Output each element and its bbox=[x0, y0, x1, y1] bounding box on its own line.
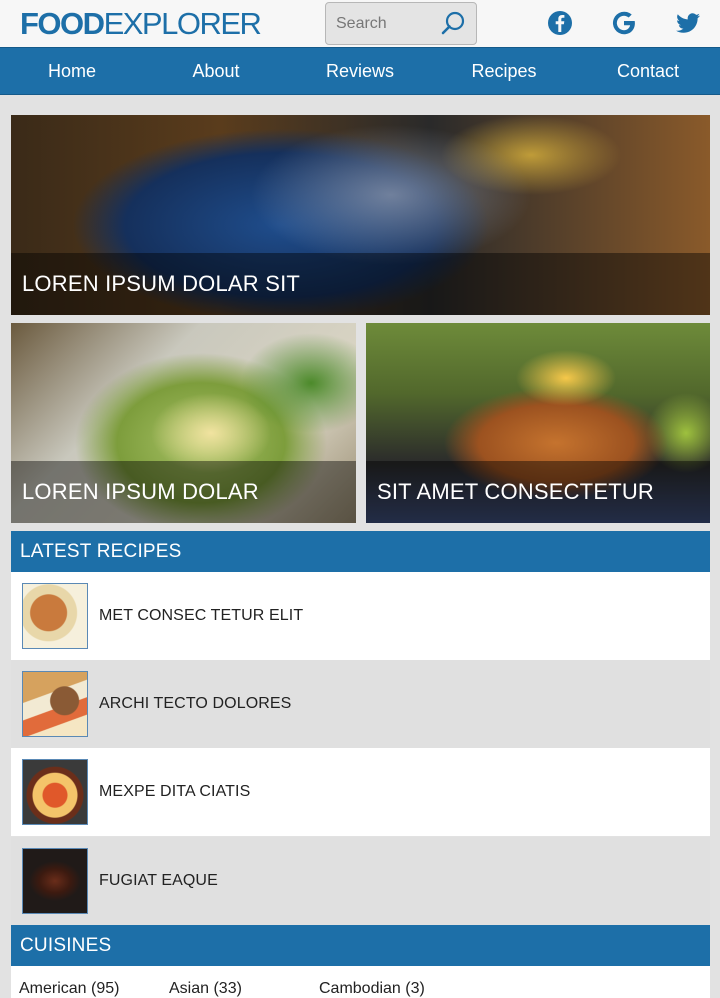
featured-left-card[interactable]: LOREN IPSUM DOLAR bbox=[11, 323, 356, 523]
recipe-title: MEXPE DITA CIATIS bbox=[99, 783, 251, 800]
cuisines-list: American (95) Asian (33) Cambodian (3) bbox=[11, 966, 710, 998]
google-icon[interactable] bbox=[610, 9, 638, 37]
site-logo[interactable]: FOODEXPLORER bbox=[20, 6, 262, 42]
featured-main-card[interactable]: LOREN IPSUM DOLAR SIT bbox=[11, 115, 710, 315]
nav-recipes[interactable]: Recipes bbox=[432, 48, 576, 94]
logo-light-text: EXPLORER bbox=[103, 6, 262, 41]
featured-main-caption: LOREN IPSUM DOLAR SIT bbox=[11, 253, 710, 315]
cuisines-heading: CUISINES bbox=[11, 925, 710, 966]
recipe-item[interactable]: MEXPE DITA CIATIS bbox=[11, 748, 710, 836]
recipe-title: FUGIAT EAQUE bbox=[99, 872, 218, 889]
recipe-thumbnail bbox=[22, 583, 88, 649]
featured-right-card[interactable]: SIT AMET CONSECTETUR bbox=[366, 323, 710, 523]
recipe-thumbnail bbox=[22, 671, 88, 737]
search-icon[interactable] bbox=[440, 11, 466, 37]
twitter-icon[interactable] bbox=[674, 9, 702, 37]
featured-right-caption: SIT AMET CONSECTETUR bbox=[366, 461, 710, 523]
cuisine-link[interactable]: Asian (33) bbox=[169, 980, 242, 998]
nav-home[interactable]: Home bbox=[0, 48, 144, 94]
cuisine-link[interactable]: American (95) bbox=[19, 980, 119, 998]
recipe-item[interactable]: MET CONSEC TETUR ELIT bbox=[11, 572, 710, 660]
nav-reviews[interactable]: Reviews bbox=[288, 48, 432, 94]
cuisine-link[interactable]: Cambodian (3) bbox=[319, 980, 425, 998]
logo-bold-text: FOOD bbox=[20, 6, 105, 41]
recipe-item[interactable]: ARCHI TECTO DOLORES bbox=[11, 660, 710, 748]
search-input[interactable] bbox=[336, 13, 436, 35]
recipe-thumbnail bbox=[22, 848, 88, 914]
recipe-title: MET CONSEC TETUR ELIT bbox=[99, 607, 304, 624]
main-nav: Home About Reviews Recipes Contact bbox=[0, 47, 720, 95]
recipe-title: ARCHI TECTO DOLORES bbox=[99, 695, 292, 712]
latest-recipes-heading: LATEST RECIPES bbox=[11, 531, 710, 572]
facebook-icon[interactable] bbox=[546, 9, 574, 37]
nav-about[interactable]: About bbox=[144, 48, 288, 94]
featured-left-caption: LOREN IPSUM DOLAR bbox=[11, 461, 356, 523]
top-bar: FOODEXPLORER bbox=[0, 0, 720, 47]
recipe-item[interactable]: FUGIAT EAQUE bbox=[11, 837, 710, 925]
nav-contact[interactable]: Contact bbox=[576, 48, 720, 94]
recipe-thumbnail bbox=[22, 759, 88, 825]
search-box bbox=[325, 2, 477, 45]
